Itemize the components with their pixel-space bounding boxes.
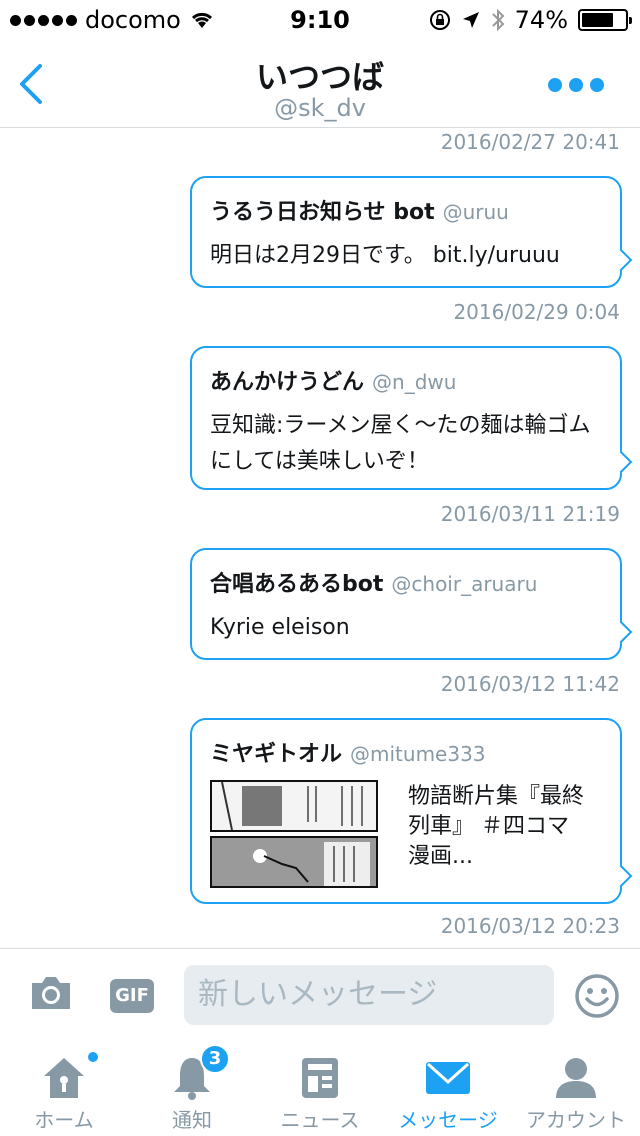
message-bubble[interactable]: 合唱あるあるbot @choir_aruaru Kyrie eleison	[190, 548, 622, 660]
notification-badge: 3	[200, 1044, 230, 1074]
message-timestamp: 2016/03/12 20:23	[440, 914, 620, 938]
rotation-lock-icon	[429, 10, 450, 30]
more-options-icon[interactable]	[548, 78, 604, 92]
message-timestamp: 2016/02/29 0:04	[453, 300, 620, 324]
compose-bar: GIF 新しいメッセージ	[0, 948, 640, 1040]
shared-tweet-card[interactable]: 物語断片集『最終列車』 ＃四コマ漫画...	[210, 780, 602, 890]
sender-name: ミヤギトオル	[210, 742, 343, 767]
message-input[interactable]: 新しいメッセージ	[184, 965, 554, 1025]
sender-name: うるう日お知らせ bot	[210, 200, 435, 225]
sender-handle: @n_dwu	[372, 370, 457, 394]
message-text: 豆知識:ラーメン屋く〜たの麺は輪ゴムにしては美味しいぞ！	[210, 413, 591, 474]
conversation-title: いつつば	[255, 58, 384, 96]
message-bubble[interactable]: ミヤギトオル @mitume333 物語断片集『最終列車』 ＃四コマ漫画...	[190, 718, 622, 904]
battery-icon	[578, 9, 632, 31]
tab-bar: ホーム 3 通知 ニュース メッセージ アカウント	[0, 1040, 640, 1136]
tab-label: アカウント	[526, 1108, 626, 1132]
envelope-icon	[426, 1062, 470, 1094]
news-icon	[302, 1058, 338, 1098]
bluetooth-icon	[491, 8, 505, 32]
comic-panel	[210, 780, 378, 832]
tab-label: 通知	[172, 1108, 212, 1132]
message-bubble[interactable]: うるう日お知らせ bot @uruu 明日は2月29日です。 bit.ly/uru…	[190, 176, 622, 288]
manga-thumbnail	[210, 780, 378, 890]
sender-name: 合唱あるあるbot	[210, 572, 384, 597]
tab-news[interactable]: ニュース	[256, 1040, 384, 1136]
tab-home[interactable]: ホーム	[0, 1040, 128, 1136]
tab-label: メッセージ	[398, 1108, 498, 1132]
unread-dot	[86, 1050, 100, 1064]
location-icon	[462, 12, 479, 28]
gif-button[interactable]: GIF	[110, 979, 154, 1013]
comic-panel	[210, 836, 378, 888]
sender-handle: @choir_aruaru	[391, 572, 538, 596]
camera-icon[interactable]	[28, 973, 74, 1013]
conversation-handle: @sk_dv	[274, 94, 366, 122]
sender-handle: @uruu	[442, 200, 509, 224]
sender-name: あんかけうどん	[210, 370, 365, 395]
sender-handle: @mitume333	[350, 742, 486, 766]
message-text: 明日は2月29日です。 bit.ly/uruuu	[210, 243, 560, 268]
message-timestamp: 2016/03/12 11:42	[440, 672, 620, 696]
tab-notifications[interactable]: 3 通知	[128, 1040, 256, 1136]
conversation-header: いつつば @sk_dv	[0, 40, 640, 128]
message-bubble[interactable]: あんかけうどん @n_dwu 豆知識:ラーメン屋く〜たの麺は輪ゴムにしては美味しい…	[190, 346, 622, 490]
emoji-icon[interactable]	[574, 973, 620, 1019]
tab-label: ホーム	[34, 1108, 94, 1132]
status-bar: docomo 9:10 74%	[0, 0, 640, 40]
battery-percent: 74%	[514, 6, 568, 34]
tab-label: ニュース	[280, 1108, 360, 1132]
home-icon	[44, 1058, 84, 1098]
message-text: Kyrie eleison	[210, 615, 350, 640]
message-timestamp: 2016/03/11 21:19	[440, 502, 620, 526]
card-text: 物語断片集『最終列車』 ＃四コマ漫画...	[408, 784, 585, 869]
person-icon	[556, 1058, 596, 1098]
tab-account[interactable]: アカウント	[512, 1040, 640, 1136]
tab-messages[interactable]: メッセージ	[384, 1040, 512, 1136]
message-timestamp: 2016/02/27 20:41	[440, 130, 620, 154]
